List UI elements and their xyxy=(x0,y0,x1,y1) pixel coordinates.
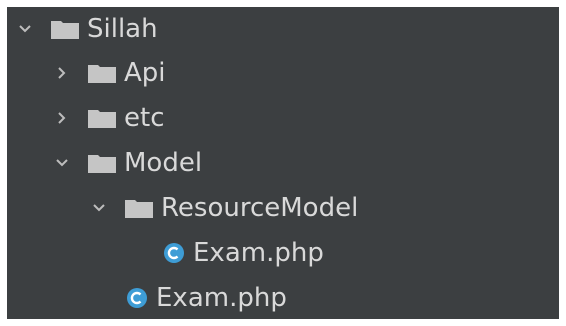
project-tree-panel: Sillah Api etc Model ResourceModel Exam.… xyxy=(7,7,559,319)
folder-icon xyxy=(88,63,116,83)
tree-node-label: ResourceModel xyxy=(161,193,359,223)
tree-node-api[interactable]: Api xyxy=(7,53,566,93)
php-class-icon xyxy=(126,287,148,309)
chevron-right-icon[interactable] xyxy=(54,65,70,81)
chevron-down-icon[interactable] xyxy=(17,21,33,37)
folder-icon xyxy=(51,19,79,39)
chevron-right-icon[interactable] xyxy=(54,110,70,126)
tree-node-file-exam-php[interactable]: Exam.php xyxy=(7,233,566,273)
tree-node-label: Api xyxy=(124,58,166,88)
tree-node-label: etc xyxy=(124,103,165,133)
folder-icon xyxy=(88,108,116,128)
tree-node-model[interactable]: Model xyxy=(7,143,566,183)
tree-node-etc[interactable]: etc xyxy=(7,98,566,138)
chevron-down-icon[interactable] xyxy=(91,200,107,216)
tree-node-label: Sillah xyxy=(87,14,158,44)
chevron-down-icon[interactable] xyxy=(54,155,70,171)
tree-node-resourcemodel[interactable]: ResourceModel xyxy=(7,188,566,228)
tree-node-label: Model xyxy=(124,148,203,178)
tree-node-file-exam-php[interactable]: Exam.php xyxy=(7,278,566,318)
folder-icon xyxy=(88,153,116,173)
php-class-icon xyxy=(163,242,185,264)
tree-node-label: Exam.php xyxy=(193,238,324,268)
tree-node-label: Exam.php xyxy=(156,283,287,313)
tree-node-sillah[interactable]: Sillah xyxy=(7,9,566,49)
folder-icon xyxy=(125,198,153,218)
